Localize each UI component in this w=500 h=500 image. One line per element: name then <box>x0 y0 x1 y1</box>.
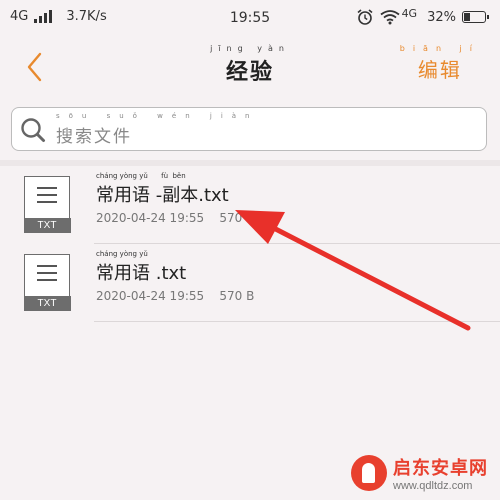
edit-button[interactable]: biān jí 编辑 <box>400 44 480 83</box>
battery-icon <box>462 11 489 23</box>
watermark: 启东安卓网 www.qdltdz.com <box>351 454 488 492</box>
watermark-logo-icon <box>351 455 387 491</box>
search-pinyin: sōu suǒ wén jiàn <box>56 112 259 120</box>
wifi-icon <box>380 10 400 25</box>
edit-pinyin: biān jí <box>399 44 480 53</box>
battery-percent: 32% <box>427 9 456 25</box>
file-size: 570 B <box>219 289 255 303</box>
file-name-block: cháng yòng yǔ fù běn 常用语 -副本.txt <box>96 172 229 207</box>
file-list-item[interactable]: TXT cháng yòng yǔ 常用语 .txt 2020-04-24 19… <box>0 244 500 322</box>
search-box[interactable]: sōu suǒ wén jiàn 搜索文件 <box>11 107 487 151</box>
search-text: sōu suǒ wén jiàn 搜索文件 <box>56 112 259 147</box>
file-date: 2020-04-24 19:55 <box>96 289 205 303</box>
file-size: 570 B <box>219 211 255 225</box>
edit-label: 编辑 <box>417 58 462 82</box>
row-divider <box>94 321 500 322</box>
watermark-title: 启东安卓网 <box>393 458 488 479</box>
file-type-tag: TXT <box>23 295 71 311</box>
file-name: 常用语 .txt <box>96 263 187 284</box>
file-date: 2020-04-24 19:55 <box>96 211 205 225</box>
file-list-item[interactable]: TXT cháng yòng yǔ fù běn 常用语 -副本.txt 202… <box>0 166 500 244</box>
status-bar: 4G 3.7K/s 19:55 4G 32% <box>0 0 500 38</box>
watermark-url: www.qdltdz.com <box>393 480 473 492</box>
file-name-pinyin: cháng yòng yǔ fù běn <box>96 172 186 180</box>
file-type-tag: TXT <box>23 217 71 233</box>
search-icon <box>21 118 45 142</box>
txt-file-icon: TXT <box>23 254 71 311</box>
txt-file-icon: TXT <box>23 176 71 233</box>
file-name-pinyin: cháng yòng yǔ <box>96 250 148 258</box>
search-input[interactable]: 搜索文件 <box>56 122 259 147</box>
file-name-block: cháng yòng yǔ 常用语 .txt <box>96 250 186 285</box>
file-name: 常用语 -副本.txt <box>96 185 229 206</box>
file-meta: 2020-04-24 19:55 570 B <box>96 289 254 303</box>
wifi-network: 4G <box>401 6 418 20</box>
header: jīng yàn 经验 biān jí 编辑 <box>0 38 500 98</box>
status-right: 4G 32% <box>356 6 489 26</box>
file-meta: 2020-04-24 19:55 570 B <box>96 211 254 225</box>
alarm-icon <box>357 9 373 25</box>
